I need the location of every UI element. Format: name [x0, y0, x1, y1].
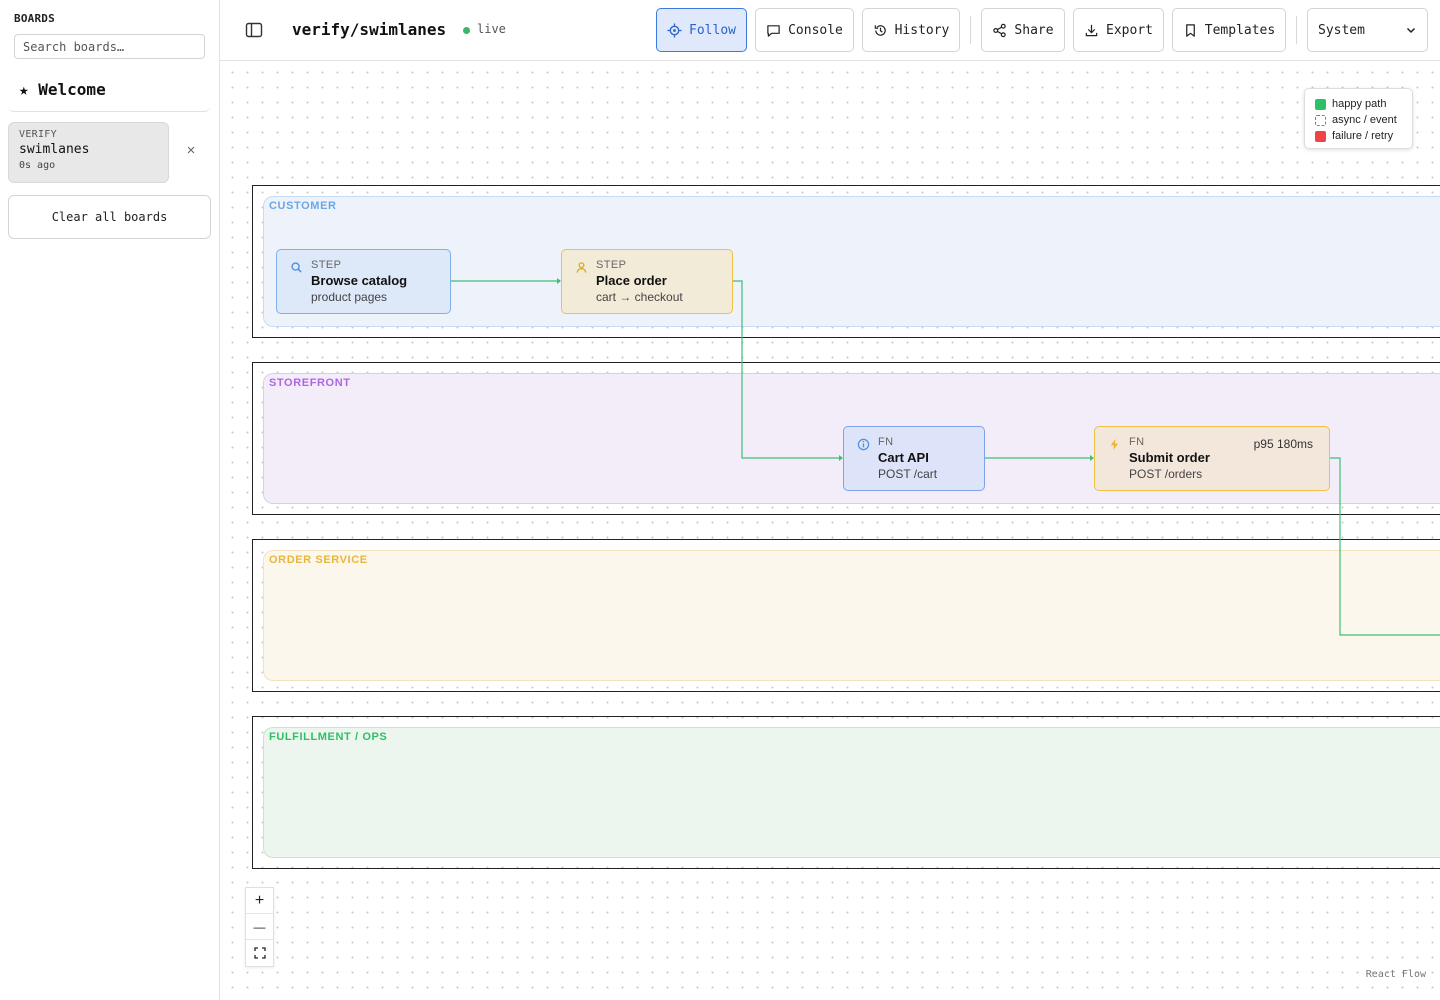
download-icon: [1085, 24, 1098, 36]
node-browse-catalog[interactable]: STEP Browse catalog product pages: [276, 249, 451, 314]
legend-item: async / event: [1315, 112, 1402, 128]
board-name: swimlanes: [19, 142, 90, 157]
templates-label: Templates: [1204, 22, 1276, 38]
flow-canvas[interactable]: CUSTOMER STOREFRONT ORDER SERVICE FULFIL…: [221, 61, 1440, 1000]
sidebar-title: BOARDS: [14, 12, 55, 25]
legend-label: happy path: [1332, 98, 1387, 110]
node-title: Browse catalog: [311, 273, 408, 288]
info-icon: [857, 438, 870, 451]
live-status-dot: [463, 27, 470, 34]
node-metric: p95 180ms: [1253, 437, 1313, 451]
chat-bubble-icon: [767, 24, 780, 37]
templates-button[interactable]: Templates: [1172, 8, 1286, 52]
lane-fulfillment: [263, 727, 1440, 858]
history-button[interactable]: History: [862, 8, 960, 52]
node-subtitle: POST /cart: [878, 467, 938, 481]
zoom-in-button[interactable]: +: [246, 888, 273, 914]
attribution-link[interactable]: React Flow: [1366, 969, 1426, 980]
lane-order-service: [263, 550, 1440, 681]
edge-legend: happy path async / event failure / retry: [1304, 88, 1413, 149]
node-submit-order[interactable]: FN Submit order POST /orders p95 180ms: [1094, 426, 1330, 491]
clear-all-boards-button[interactable]: Clear all boards: [8, 195, 211, 239]
legend-item: failure / retry: [1315, 128, 1402, 144]
search-icon: [291, 262, 302, 273]
fit-view-icon: [253, 947, 266, 959]
lane-label-customer: CUSTOMER: [269, 200, 337, 212]
node-type: FN: [878, 436, 894, 448]
node-type: STEP: [311, 259, 342, 271]
toolbar-divider: [1296, 16, 1297, 44]
share-icon: [993, 23, 1007, 37]
board-item-swimlanes[interactable]: VERIFY swimlanes 0s ago: [8, 122, 169, 183]
header-toolbar: verify/swimlanes live Follow Console His…: [220, 0, 1440, 61]
node-type: STEP: [596, 259, 627, 271]
lane-label-fulfillment: FULFILLMENT / OPS: [269, 731, 388, 743]
zoom-out-button[interactable]: —: [246, 914, 273, 940]
share-button[interactable]: Share: [981, 8, 1065, 52]
node-title: Submit order: [1129, 450, 1210, 465]
bolt-icon: [1110, 438, 1119, 451]
chevron-down-icon: [1406, 27, 1416, 34]
user-icon: [576, 262, 587, 273]
follow-button[interactable]: Follow: [656, 8, 747, 52]
theme-select-value: System: [1318, 22, 1365, 38]
legend-label: async / event: [1332, 114, 1397, 126]
node-title: Place order: [596, 273, 667, 288]
lane-label-order-service: ORDER SERVICE: [269, 554, 368, 566]
sidebar-toggle-icon[interactable]: [244, 20, 264, 40]
fit-view-button[interactable]: [246, 940, 273, 966]
legend-swatch: [1315, 114, 1326, 126]
legend-swatch: [1315, 98, 1326, 110]
sidebar: BOARDS ★ Welcome VERIFY swimlanes 0s ago…: [0, 0, 220, 1000]
legend-swatch: [1315, 130, 1326, 142]
console-button[interactable]: Console: [755, 8, 854, 52]
console-label: Console: [788, 22, 843, 38]
close-board-icon[interactable]: ×: [183, 143, 199, 159]
page-title: verify/swimlanes: [292, 20, 447, 39]
export-button[interactable]: Export: [1073, 8, 1164, 52]
follow-label: Follow: [689, 22, 736, 38]
export-label: Export: [1106, 22, 1153, 38]
zoom-controls: + —: [245, 887, 274, 967]
bookmark-icon: [1185, 23, 1195, 37]
crosshair-icon: [667, 22, 682, 38]
lane-label-storefront: STOREFRONT: [269, 377, 351, 389]
search-boards-input[interactable]: [14, 34, 205, 59]
legend-label: failure / retry: [1332, 130, 1394, 142]
node-subtitle: product pages: [311, 290, 388, 304]
node-cart-api[interactable]: FN Cart API POST /cart: [843, 426, 985, 491]
theme-select[interactable]: System: [1307, 8, 1428, 52]
node-subtitle: POST /orders: [1129, 467, 1203, 481]
share-label: Share: [1014, 22, 1054, 38]
toolbar-divider: [970, 16, 971, 44]
board-timestamp: 0s ago: [19, 160, 56, 171]
welcome-board-item[interactable]: ★ Welcome: [8, 74, 210, 112]
history-icon: [874, 24, 886, 36]
live-status-label: live: [477, 22, 506, 36]
history-label: History: [894, 22, 950, 38]
node-subtitle: cart → checkout: [596, 290, 683, 304]
legend-item: happy path: [1315, 96, 1402, 112]
node-title: Cart API: [878, 450, 929, 465]
board-group-label: VERIFY: [19, 129, 57, 140]
node-place-order[interactable]: STEP Place order cart → checkout: [561, 249, 733, 314]
